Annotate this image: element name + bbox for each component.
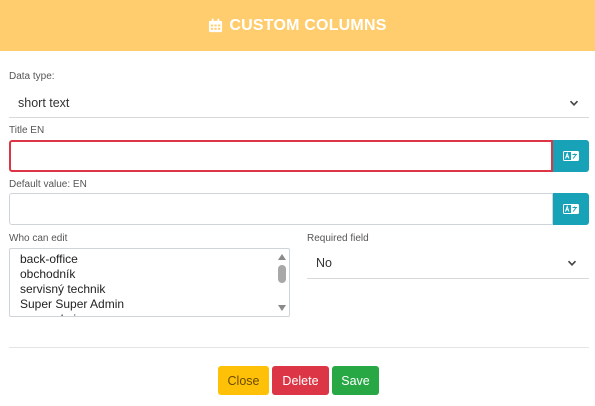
- chevron-down-icon: [567, 260, 577, 266]
- title-en-group: [9, 140, 589, 172]
- scroll-thumb[interactable]: [278, 265, 286, 283]
- save-button[interactable]: Save: [332, 366, 379, 395]
- required-field-label: Required field: [307, 233, 369, 244]
- translate-icon: [563, 204, 579, 214]
- scroll-up-arrow[interactable]: [278, 254, 286, 260]
- footer-divider: [9, 347, 589, 348]
- list-item[interactable]: Super Super Admin: [10, 297, 124, 312]
- list-item[interactable]: obchodník: [10, 267, 124, 282]
- translate-button[interactable]: [553, 140, 589, 172]
- calendar-icon: [209, 18, 223, 33]
- who-can-edit-multiselect[interactable]: back-office obchodník servisný technik S…: [9, 248, 290, 317]
- required-field-select[interactable]: No: [307, 248, 589, 279]
- translate-icon: [563, 151, 579, 161]
- list-scrollbar[interactable]: [275, 249, 289, 316]
- data-type-value: short text: [18, 95, 70, 110]
- list-item[interactable]: back-office: [10, 252, 124, 267]
- required-field-value: No: [316, 256, 332, 270]
- who-can-edit-label: Who can edit: [9, 233, 68, 244]
- translate-button[interactable]: [553, 193, 589, 225]
- default-value-input[interactable]: [9, 193, 553, 225]
- delete-button[interactable]: Delete: [272, 366, 329, 395]
- data-type-label: Data type:: [9, 71, 55, 82]
- modal-header: CUSTOM COLUMNS: [0, 0, 595, 51]
- modal-title: CUSTOM COLUMNS: [229, 16, 387, 34]
- chevron-down-icon: [569, 100, 579, 106]
- title-en-input[interactable]: [9, 140, 553, 172]
- scroll-down-arrow[interactable]: [278, 305, 286, 311]
- default-value-group: [9, 193, 589, 225]
- list-item[interactable]: superadmin_en: [10, 312, 124, 316]
- close-button[interactable]: Close: [218, 366, 269, 395]
- title-en-label: Title EN: [9, 125, 45, 136]
- list-item[interactable]: servisný technik: [10, 282, 124, 297]
- default-value-label: Default value: EN: [9, 179, 87, 190]
- data-type-select[interactable]: short text: [9, 88, 589, 118]
